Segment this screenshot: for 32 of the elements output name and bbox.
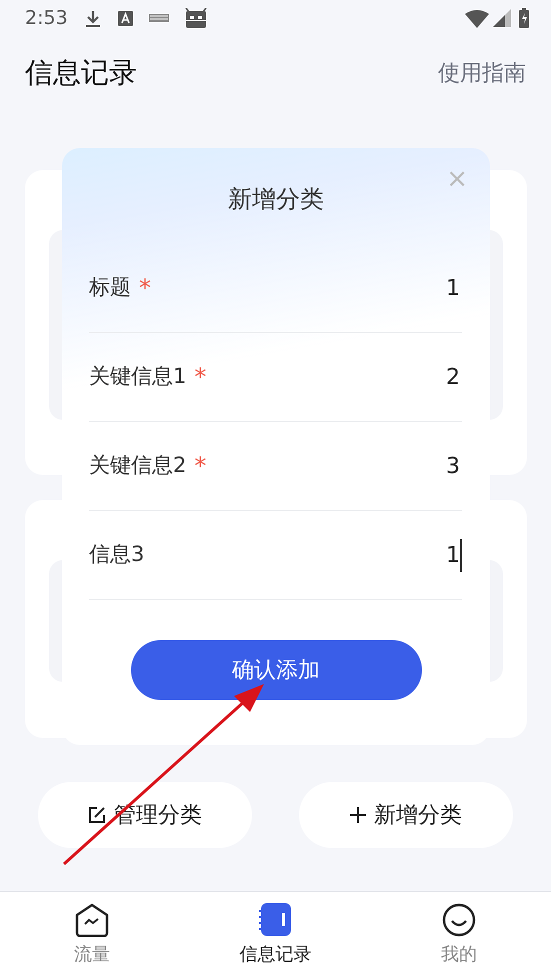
field-label: 关键信息1 bbox=[89, 363, 186, 390]
chart-house-icon bbox=[74, 903, 109, 937]
confirm-add-button[interactable]: 确认添加 bbox=[130, 640, 422, 700]
keyboard-a-icon bbox=[118, 10, 133, 26]
nav-tab[interactable]: 信息记录 bbox=[190, 902, 360, 969]
smiley-icon bbox=[442, 903, 476, 937]
nav-tab[interactable]: 我的 bbox=[374, 902, 544, 969]
required-mark: * bbox=[194, 365, 206, 389]
battery-icon bbox=[519, 8, 529, 28]
field-label: 关键信息2 bbox=[89, 452, 186, 480]
dialog-title: 新增分类 bbox=[228, 184, 324, 215]
required-mark: * bbox=[139, 276, 151, 300]
keyboard-icon bbox=[148, 14, 169, 22]
add-category-button[interactable]: 新增分类 bbox=[299, 782, 513, 848]
download-icon bbox=[84, 8, 102, 28]
page-title: 信息记录 bbox=[25, 55, 137, 91]
plus-icon bbox=[350, 807, 366, 823]
wifi-icon bbox=[465, 8, 489, 28]
required-mark: * bbox=[194, 454, 206, 478]
edit-icon bbox=[88, 806, 106, 824]
input-field[interactable]: 1 bbox=[402, 538, 462, 572]
input-field[interactable]: 3 bbox=[402, 450, 462, 482]
input-field[interactable]: 2 bbox=[402, 360, 462, 394]
nav-tab[interactable]: 流量 bbox=[6, 902, 177, 969]
guide-link[interactable]: 使用指南 bbox=[438, 56, 526, 90]
field-label: 标题 bbox=[89, 274, 131, 302]
input-field[interactable]: 1 bbox=[402, 272, 462, 304]
status-time: 2:53 bbox=[25, 6, 68, 31]
robot-icon bbox=[184, 8, 207, 28]
signal-icon bbox=[493, 9, 511, 27]
field-label: 信息3 bbox=[89, 541, 144, 568]
notebook-icon bbox=[258, 903, 292, 937]
